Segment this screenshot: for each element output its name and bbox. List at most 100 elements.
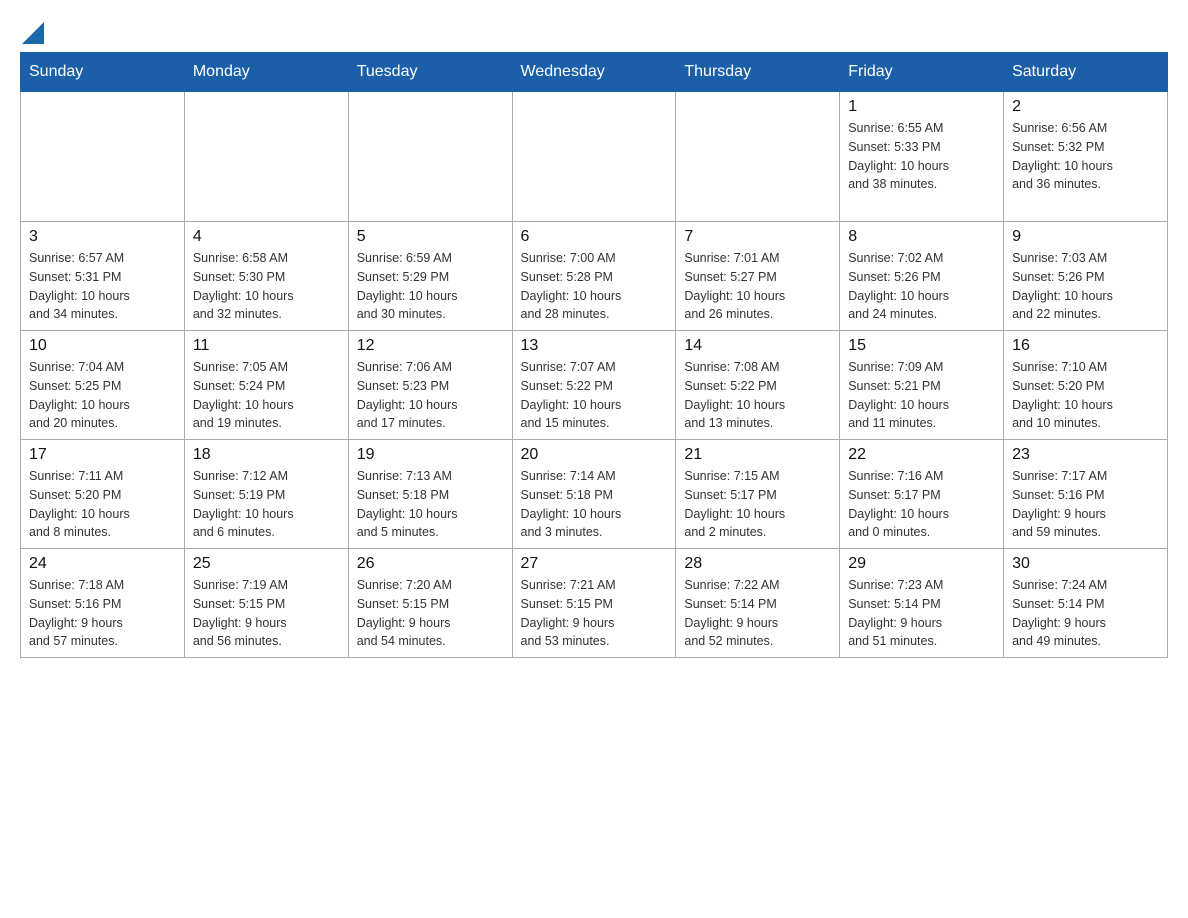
- calendar-cell: 8 Sunrise: 7:02 AM Sunset: 5:26 PM Daylig…: [840, 222, 1004, 331]
- calendar-cell: 2 Sunrise: 6:56 AM Sunset: 5:32 PM Daylig…: [1004, 92, 1168, 222]
- day-number: 16: [1012, 337, 1159, 355]
- day-info: Sunrise: 7:10 AM Sunset: 5:20 PM Dayligh…: [1012, 358, 1159, 433]
- calendar-cell: 14 Sunrise: 7:08 AM Sunset: 5:22 PM Dayli…: [676, 331, 840, 440]
- day-number: 8: [848, 228, 995, 246]
- logo-triangle-icon: [22, 22, 44, 44]
- day-info: Sunrise: 6:55 AM Sunset: 5:33 PM Dayligh…: [848, 119, 995, 194]
- day-info: Sunrise: 7:02 AM Sunset: 5:26 PM Dayligh…: [848, 249, 995, 324]
- calendar-week-2: 3 Sunrise: 6:57 AM Sunset: 5:31 PM Daylig…: [21, 222, 1168, 331]
- calendar-cell: 15 Sunrise: 7:09 AM Sunset: 5:21 PM Dayli…: [840, 331, 1004, 440]
- day-number: 20: [521, 446, 668, 464]
- day-number: 15: [848, 337, 995, 355]
- day-number: 10: [29, 337, 176, 355]
- day-info: Sunrise: 7:11 AM Sunset: 5:20 PM Dayligh…: [29, 467, 176, 542]
- calendar-cell: 27 Sunrise: 7:21 AM Sunset: 5:15 PM Dayli…: [512, 549, 676, 658]
- day-info: Sunrise: 7:09 AM Sunset: 5:21 PM Dayligh…: [848, 358, 995, 433]
- day-number: 4: [193, 228, 340, 246]
- calendar-cell: 10 Sunrise: 7:04 AM Sunset: 5:25 PM Dayli…: [21, 331, 185, 440]
- day-number: 26: [357, 555, 504, 573]
- calendar-cell: 16 Sunrise: 7:10 AM Sunset: 5:20 PM Dayli…: [1004, 331, 1168, 440]
- calendar-week-1: 1 Sunrise: 6:55 AM Sunset: 5:33 PM Daylig…: [21, 92, 1168, 222]
- day-info: Sunrise: 7:13 AM Sunset: 5:18 PM Dayligh…: [357, 467, 504, 542]
- calendar-cell: 17 Sunrise: 7:11 AM Sunset: 5:20 PM Dayli…: [21, 440, 185, 549]
- calendar-cell: 24 Sunrise: 7:18 AM Sunset: 5:16 PM Dayli…: [21, 549, 185, 658]
- day-number: 27: [521, 555, 668, 573]
- day-info: Sunrise: 7:23 AM Sunset: 5:14 PM Dayligh…: [848, 576, 995, 651]
- day-number: 30: [1012, 555, 1159, 573]
- weekday-header-row: SundayMondayTuesdayWednesdayThursdayFrid…: [21, 53, 1168, 92]
- day-info: Sunrise: 7:22 AM Sunset: 5:14 PM Dayligh…: [684, 576, 831, 651]
- page-header: [20, 20, 1168, 42]
- weekday-header-friday: Friday: [840, 53, 1004, 92]
- day-number: 14: [684, 337, 831, 355]
- calendar-cell: 21Sunrise: 7:15 AM Sunset: 5:17 PM Dayli…: [676, 440, 840, 549]
- day-info: Sunrise: 7:08 AM Sunset: 5:22 PM Dayligh…: [684, 358, 831, 433]
- calendar-cell: 5Sunrise: 6:59 AM Sunset: 5:29 PM Daylig…: [348, 222, 512, 331]
- day-info: Sunrise: 6:56 AM Sunset: 5:32 PM Dayligh…: [1012, 119, 1159, 194]
- day-info: Sunrise: 7:24 AM Sunset: 5:14 PM Dayligh…: [1012, 576, 1159, 651]
- calendar-cell: 22 Sunrise: 7:16 AM Sunset: 5:17 PM Dayli…: [840, 440, 1004, 549]
- weekday-header-monday: Monday: [184, 53, 348, 92]
- day-number: 21: [684, 446, 831, 464]
- calendar-cell: 19 Sunrise: 7:13 AM Sunset: 5:18 PM Dayli…: [348, 440, 512, 549]
- day-info: Sunrise: 7:14 AM Sunset: 5:18 PM Dayligh…: [521, 467, 668, 542]
- day-info: Sunrise: 7:17 AM Sunset: 5:16 PM Dayligh…: [1012, 467, 1159, 542]
- day-info: Sunrise: 7:16 AM Sunset: 5:17 PM Dayligh…: [848, 467, 995, 542]
- day-number: 6: [521, 228, 668, 246]
- calendar-table: SundayMondayTuesdayWednesdayThursdayFrid…: [20, 52, 1168, 658]
- day-number: 19: [357, 446, 504, 464]
- logo: [20, 20, 44, 42]
- day-number: 1: [848, 98, 995, 116]
- weekday-header-tuesday: Tuesday: [348, 53, 512, 92]
- day-info: Sunrise: 6:59 AM Sunset: 5:29 PM Dayligh…: [357, 249, 504, 324]
- calendar-week-4: 17 Sunrise: 7:11 AM Sunset: 5:20 PM Dayli…: [21, 440, 1168, 549]
- day-info: Sunrise: 7:12 AM Sunset: 5:19 PM Dayligh…: [193, 467, 340, 542]
- calendar-cell: [184, 92, 348, 222]
- calendar-cell: 29 Sunrise: 7:23 AM Sunset: 5:14 PM Dayli…: [840, 549, 1004, 658]
- weekday-header-wednesday: Wednesday: [512, 53, 676, 92]
- day-number: 17: [29, 446, 176, 464]
- calendar-cell: 1 Sunrise: 6:55 AM Sunset: 5:33 PM Daylig…: [840, 92, 1004, 222]
- calendar-cell: 30 Sunrise: 7:24 AM Sunset: 5:14 PM Dayli…: [1004, 549, 1168, 658]
- calendar-cell: 11 Sunrise: 7:05 AM Sunset: 5:24 PM Dayli…: [184, 331, 348, 440]
- calendar-cell: 3 Sunrise: 6:57 AM Sunset: 5:31 PM Daylig…: [21, 222, 185, 331]
- calendar-cell: [21, 92, 185, 222]
- weekday-header-saturday: Saturday: [1004, 53, 1168, 92]
- day-info: Sunrise: 6:57 AM Sunset: 5:31 PM Dayligh…: [29, 249, 176, 324]
- day-number: 3: [29, 228, 176, 246]
- day-info: Sunrise: 7:19 AM Sunset: 5:15 PM Dayligh…: [193, 576, 340, 651]
- calendar-week-3: 10 Sunrise: 7:04 AM Sunset: 5:25 PM Dayli…: [21, 331, 1168, 440]
- calendar-cell: [512, 92, 676, 222]
- day-info: Sunrise: 6:58 AM Sunset: 5:30 PM Dayligh…: [193, 249, 340, 324]
- day-info: Sunrise: 7:21 AM Sunset: 5:15 PM Dayligh…: [521, 576, 668, 651]
- calendar-cell: 4 Sunrise: 6:58 AM Sunset: 5:30 PM Daylig…: [184, 222, 348, 331]
- day-number: 11: [193, 337, 340, 355]
- day-number: 28: [684, 555, 831, 573]
- day-info: Sunrise: 7:03 AM Sunset: 5:26 PM Dayligh…: [1012, 249, 1159, 324]
- calendar-cell: 18Sunrise: 7:12 AM Sunset: 5:19 PM Dayli…: [184, 440, 348, 549]
- day-info: Sunrise: 7:04 AM Sunset: 5:25 PM Dayligh…: [29, 358, 176, 433]
- weekday-header-sunday: Sunday: [21, 53, 185, 92]
- calendar-cell: [676, 92, 840, 222]
- day-info: Sunrise: 7:01 AM Sunset: 5:27 PM Dayligh…: [684, 249, 831, 324]
- day-info: Sunrise: 7:18 AM Sunset: 5:16 PM Dayligh…: [29, 576, 176, 651]
- calendar-cell: 26Sunrise: 7:20 AM Sunset: 5:15 PM Dayli…: [348, 549, 512, 658]
- day-number: 13: [521, 337, 668, 355]
- day-number: 2: [1012, 98, 1159, 116]
- day-info: Sunrise: 7:00 AM Sunset: 5:28 PM Dayligh…: [521, 249, 668, 324]
- day-info: Sunrise: 7:06 AM Sunset: 5:23 PM Dayligh…: [357, 358, 504, 433]
- day-number: 24: [29, 555, 176, 573]
- day-info: Sunrise: 7:07 AM Sunset: 5:22 PM Dayligh…: [521, 358, 668, 433]
- day-number: 29: [848, 555, 995, 573]
- calendar-cell: 6 Sunrise: 7:00 AM Sunset: 5:28 PM Daylig…: [512, 222, 676, 331]
- day-info: Sunrise: 7:05 AM Sunset: 5:24 PM Dayligh…: [193, 358, 340, 433]
- calendar-week-5: 24 Sunrise: 7:18 AM Sunset: 5:16 PM Dayli…: [21, 549, 1168, 658]
- day-number: 12: [357, 337, 504, 355]
- weekday-header-thursday: Thursday: [676, 53, 840, 92]
- calendar-cell: 23Sunrise: 7:17 AM Sunset: 5:16 PM Dayli…: [1004, 440, 1168, 549]
- day-number: 25: [193, 555, 340, 573]
- day-number: 22: [848, 446, 995, 464]
- calendar-cell: 9Sunrise: 7:03 AM Sunset: 5:26 PM Daylig…: [1004, 222, 1168, 331]
- calendar-cell: 13 Sunrise: 7:07 AM Sunset: 5:22 PM Dayli…: [512, 331, 676, 440]
- calendar-cell: 7Sunrise: 7:01 AM Sunset: 5:27 PM Daylig…: [676, 222, 840, 331]
